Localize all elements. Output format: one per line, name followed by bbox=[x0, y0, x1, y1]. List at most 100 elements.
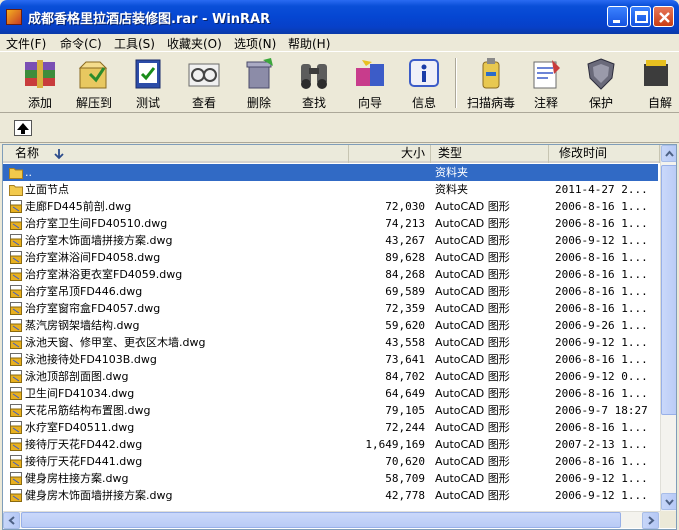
file-modified: 2006-8-16 1... bbox=[555, 455, 648, 468]
close-button[interactable] bbox=[653, 6, 674, 27]
file-size: 43,558 bbox=[385, 336, 425, 349]
file-row[interactable]: 泳池顶部剖面图.dwg 84,702 AutoCAD 图形 2006-9-12 0..… bbox=[3, 368, 658, 385]
find-button[interactable]: 查找 bbox=[288, 55, 340, 111]
sfx-icon bbox=[644, 60, 668, 86]
virus-scan-button[interactable]: 扫描病毒 bbox=[465, 55, 517, 111]
file-name: 泳池顶部剖面图.dwg bbox=[25, 370, 129, 383]
file-row[interactable]: 天花吊筋结构布置图.dwg 79,105 AutoCAD 图形 2006-9-7 18… bbox=[3, 402, 658, 419]
file-row[interactable]: 治疗室木饰面墙拼接方案.dwg 43,267 AutoCAD 图形 2006-9-12… bbox=[3, 232, 658, 249]
comment-icon bbox=[533, 60, 560, 89]
file-size: 58,709 bbox=[385, 472, 425, 485]
maximize-button[interactable] bbox=[630, 6, 651, 27]
scroll-right-button[interactable] bbox=[642, 512, 659, 529]
file-type: AutoCAD 图形 bbox=[435, 336, 510, 349]
file-row[interactable]: 健身房柱接方案.dwg 58,709 AutoCAD 图形 2006-9-12 1..… bbox=[3, 470, 658, 487]
file-name: 泳池天窗、修甲室、更衣区木墙.dwg bbox=[25, 336, 206, 349]
scroll-left-button[interactable] bbox=[3, 512, 20, 529]
vertical-scrollbar[interactable] bbox=[660, 145, 676, 511]
file-type: AutoCAD 图形 bbox=[435, 370, 510, 383]
file-row[interactable]: 健身房木饰面墙拼接方案.dwg 42,778 AutoCAD 图形 2006-9-12… bbox=[3, 487, 658, 504]
up-folder-button[interactable] bbox=[14, 120, 32, 136]
file-type: AutoCAD 图形 bbox=[435, 404, 510, 417]
protect-icon bbox=[587, 58, 615, 90]
file-size bbox=[348, 164, 425, 181]
column-header-name[interactable]: 名称 bbox=[3, 145, 349, 163]
file-row[interactable]: 接待厅天花FD441.dwg 70,620 AutoCAD 图形 2006-8-16 … bbox=[3, 453, 658, 470]
window-title: 成都香格里拉酒店装修图.rar - WinRAR bbox=[28, 12, 271, 27]
file-row[interactable]: 水疗室FD40511.dwg 72,244 AutoCAD 图形 2006-8-16 … bbox=[3, 419, 658, 436]
file-name: 接待厅天花FD442.dwg bbox=[25, 438, 143, 451]
sfx-button[interactable]: 自解 bbox=[630, 55, 679, 111]
dwg-file-icon bbox=[10, 438, 22, 451]
menu-options[interactable]: 选项(N) bbox=[234, 35, 276, 52]
file-row[interactable]: 治疗室淋浴更衣室FD4059.dwg 84,268 AutoCAD 图形 2006-8… bbox=[3, 266, 658, 283]
menu-commands[interactable]: 命令(C) bbox=[60, 35, 102, 52]
info-button[interactable]: 信息 bbox=[398, 55, 450, 111]
view-button[interactable]: 查看 bbox=[178, 55, 230, 111]
column-header-size[interactable]: 大小 bbox=[349, 145, 431, 163]
sfx-label: 自解 bbox=[647, 96, 672, 110]
dwg-file-icon bbox=[10, 336, 22, 349]
scroll-left-icon bbox=[8, 516, 15, 525]
file-row[interactable]: 卫生间FD41034.dwg 64,649 AutoCAD 图形 2006-8-16 … bbox=[3, 385, 658, 402]
file-row[interactable]: 蒸汽房钢架墙结构.dwg 59,620 AutoCAD 图形 2006-9-26 1.… bbox=[3, 317, 658, 334]
file-row[interactable]: 治疗室吊顶FD446.dwg 69,589 AutoCAD 图形 2006-8-16 … bbox=[3, 283, 658, 300]
file-row[interactable]: 泳池天窗、修甲室、更衣区木墙.dwg 43,558 AutoCAD 图形 2006-9… bbox=[3, 334, 658, 351]
test-button[interactable]: 测试 bbox=[122, 55, 174, 111]
column-modified-label: 修改时间 bbox=[559, 146, 608, 160]
dwg-file-icon bbox=[10, 234, 22, 247]
horizontal-scrollbar[interactable] bbox=[3, 511, 660, 529]
scroll-up-button[interactable] bbox=[661, 145, 676, 162]
info-icon bbox=[409, 59, 439, 87]
navigation-bar bbox=[0, 113, 679, 143]
menu-bar: 文件(F) 命令(C) 工具(S) 收藏夹(O) 选项(N) 帮助(H) bbox=[0, 34, 679, 51]
file-size: 70,620 bbox=[385, 455, 425, 468]
file-type: AutoCAD 图形 bbox=[435, 438, 510, 451]
column-header-modified[interactable]: 修改时间 bbox=[549, 145, 660, 163]
comment-button[interactable]: 注释 bbox=[520, 55, 572, 111]
delete-button[interactable]: 删除 bbox=[233, 55, 285, 111]
file-row[interactable]: 走廊FD445前剖.dwg 72,030 AutoCAD 图形 2006-8-16 1… bbox=[3, 198, 658, 215]
protect-button[interactable]: 保护 bbox=[575, 55, 627, 111]
file-size: 74,213 bbox=[385, 217, 425, 230]
file-row[interactable]: 治疗室卫生间FD40510.dwg 74,213 AutoCAD 图形 2006-8-… bbox=[3, 215, 658, 232]
folder-row[interactable]: .. 资料夹 bbox=[3, 164, 658, 181]
title-bar[interactable]: 成都香格里拉酒店装修图.rar - WinRAR bbox=[0, 0, 679, 34]
file-modified: 2006-9-12 1... bbox=[555, 234, 648, 247]
menu-file[interactable]: 文件(F) bbox=[6, 35, 46, 52]
wizard-button[interactable]: 向导 bbox=[344, 55, 396, 111]
file-name: 健身房柱接方案.dwg bbox=[25, 472, 129, 485]
menu-tools[interactable]: 工具(S) bbox=[114, 35, 155, 52]
file-size: 43,267 bbox=[385, 234, 425, 247]
menu-help[interactable]: 帮助(H) bbox=[288, 35, 330, 52]
file-modified: 2006-9-12 1... bbox=[555, 472, 648, 485]
add-archive-icon bbox=[25, 60, 55, 88]
file-name: 水疗室FD40511.dwg bbox=[25, 421, 135, 434]
folder-row[interactable]: 立面节点 资料夹 2011-4-27 2... bbox=[3, 181, 658, 198]
file-modified: 2006-8-16 1... bbox=[555, 200, 648, 213]
folder-icon bbox=[9, 185, 23, 196]
toolbar-separator bbox=[455, 58, 457, 108]
file-row[interactable]: 接待厅天花FD442.dwg 1,649,169 AutoCAD 图形 2007-2-… bbox=[3, 436, 658, 453]
file-row[interactable]: 治疗室窗帘盒FD4057.dwg 72,359 AutoCAD 图形 2006-8-1… bbox=[3, 300, 658, 317]
column-header-type[interactable]: 类型 bbox=[431, 145, 549, 163]
scroll-thumb[interactable] bbox=[661, 165, 676, 415]
menu-favorites[interactable]: 收藏夹(O) bbox=[167, 35, 222, 52]
horizontal-scroll-thumb[interactable] bbox=[21, 512, 621, 528]
file-modified: 2006-8-16 1... bbox=[555, 353, 648, 366]
extract-to-button[interactable]: 解压到 bbox=[68, 55, 120, 111]
file-modified: 2006-8-16 1... bbox=[555, 217, 648, 230]
file-type: AutoCAD 图形 bbox=[435, 421, 510, 434]
file-row[interactable]: 泳池接待处FD4103B.dwg 73,641 AutoCAD 图形 2006-8-1… bbox=[3, 351, 658, 368]
file-name: 立面节点 bbox=[25, 183, 69, 196]
minimize-button[interactable] bbox=[607, 6, 628, 27]
file-name: 天花吊筋结构布置图.dwg bbox=[25, 404, 151, 417]
file-size: 72,244 bbox=[385, 421, 425, 434]
dwg-file-icon bbox=[10, 353, 22, 366]
scroll-down-button[interactable] bbox=[661, 493, 676, 510]
file-list[interactable]: 名称 大小 类型 修改时间 .. 资料夹 立面节点 资料夹 2011-4-27 2...… bbox=[2, 144, 677, 530]
file-name: 卫生间FD41034.dwg bbox=[25, 387, 135, 400]
file-type: 资料夹 bbox=[435, 166, 468, 179]
add-button[interactable]: 添加 bbox=[14, 55, 66, 111]
file-row[interactable]: 治疗室淋浴间FD4058.dwg 89,628 AutoCAD 图形 2006-8-1… bbox=[3, 249, 658, 266]
